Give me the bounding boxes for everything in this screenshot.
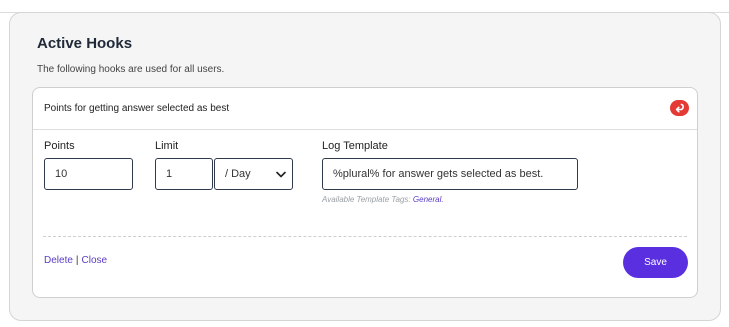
- limit-period-value: / Day: [225, 168, 251, 180]
- hint-text: Available Template Tags:: [322, 195, 411, 204]
- general-tag-link[interactable]: General.: [413, 195, 444, 204]
- log-template-value: %plural% for answer gets selected as bes…: [333, 168, 544, 180]
- close-link[interactable]: Close: [82, 255, 108, 266]
- section-subtitle: The following hooks are used for all use…: [37, 64, 225, 75]
- hook-title: Points for getting answer selected as be…: [44, 103, 230, 114]
- limit-label: Limit: [155, 140, 179, 152]
- limit-input[interactable]: 1: [155, 158, 213, 190]
- log-template-label: Log Template: [322, 140, 388, 152]
- save-button[interactable]: Save: [623, 247, 688, 278]
- return-arrow-icon[interactable]: [670, 100, 689, 116]
- points-label: Points: [44, 140, 75, 152]
- chevron-down-icon: [276, 171, 286, 177]
- points-value: 10: [55, 168, 68, 180]
- section-title: Active Hooks: [37, 35, 133, 52]
- delete-link[interactable]: Delete: [44, 255, 73, 266]
- limit-period-select[interactable]: / Day: [214, 158, 293, 190]
- log-template-input[interactable]: %plural% for answer gets selected as bes…: [322, 158, 578, 190]
- active-hooks-panel: Active Hooks The following hooks are use…: [9, 12, 721, 321]
- link-separator: |: [75, 255, 79, 266]
- limit-value: 1: [166, 168, 173, 180]
- dashed-divider: [43, 236, 687, 237]
- footer-links: Delete | Close: [44, 255, 107, 266]
- template-tags-hint: Available Template Tags: General.: [322, 195, 444, 204]
- hook-header[interactable]: Points for getting answer selected as be…: [33, 88, 697, 130]
- points-input[interactable]: 10: [44, 158, 133, 190]
- hook-card: Points for getting answer selected as be…: [32, 87, 698, 298]
